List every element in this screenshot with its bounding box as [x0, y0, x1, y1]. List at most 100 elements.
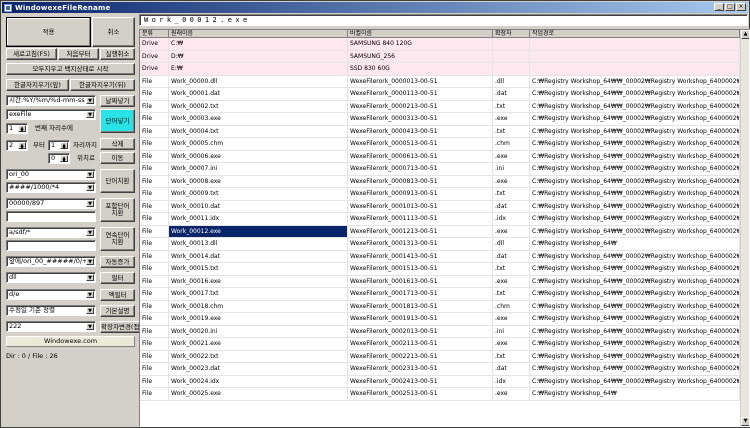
header-type[interactable]: 분류: [140, 30, 169, 38]
table-row[interactable]: File Work_00021.exe WexeFilerork_0002113-0…: [140, 338, 740, 351]
date-add-button[interactable]: 날짜넣기: [100, 95, 135, 107]
pattern4-input[interactable]: [6, 211, 96, 222]
table-row[interactable]: File Work_00013.dll WexeFilerork_0001313-0…: [140, 238, 740, 251]
table-row[interactable]: File Work_00014.dat WexeFilerork_0001413-0…: [140, 250, 740, 263]
pattern5-value: a/sdf/*: [9, 228, 31, 236]
table-row[interactable]: File Work_00000.dll WexeFilerork_0000013-0…: [140, 75, 740, 88]
pattern2-combo[interactable]: ####/1000/*4 ▼: [6, 182, 96, 193]
pattern7-combo[interactable]: 앞에/ori_00_#####/0/+1 ▼: [6, 256, 96, 267]
chevron-down-icon[interactable]: ▼: [86, 274, 94, 281]
new-name-input[interactable]: Work_00012.exe: [139, 14, 748, 26]
cell-type: File: [140, 388, 169, 400]
hangul-back-button[interactable]: 한글자지우기(뒤): [70, 79, 135, 91]
filter-button[interactable]: 필터: [100, 272, 135, 284]
table-row[interactable]: File Work_00003.exe WexeFilerork_0000313-0…: [140, 113, 740, 126]
table-row[interactable]: File Work_00018.chm WexeFilerork_0001813-0…: [140, 300, 740, 313]
table-row[interactable]: Drive D:₩ SAMSUNG_256: [140, 50, 740, 63]
table-row[interactable]: File Work_00005.chm WexeFilerork_0000513-0…: [140, 138, 740, 151]
table-row[interactable]: File Work_00024.idx WexeFilerork_0002413-0…: [140, 375, 740, 388]
table-row[interactable]: File Work_00008.exe WexeFilerork_0000813-0…: [140, 175, 740, 188]
position-spin[interactable]: 0 ▲ ▼: [48, 153, 70, 164]
from-start-button[interactable]: 처음부터: [58, 48, 99, 60]
scroll-up-icon[interactable]: ▲: [741, 30, 749, 39]
to-spin[interactable]: 1 ▲ ▼: [48, 140, 70, 151]
basic-desc-button[interactable]: 기본설명: [100, 305, 135, 317]
minimize-button[interactable]: _: [714, 3, 724, 11]
hangul-front-button[interactable]: 한글자지우기(앞): [6, 79, 69, 91]
table-row[interactable]: File Work_00009.txt WexeFilerork_0000913-0…: [140, 188, 740, 201]
delete-button[interactable]: 삭제: [100, 138, 135, 150]
chevron-down-icon[interactable]: ▼: [86, 200, 94, 207]
undo-exec-button[interactable]: 실행취소: [100, 48, 135, 60]
pattern1-combo[interactable]: ori_00 ▼: [6, 169, 96, 180]
table-row[interactable]: Drive E:₩ SSD 830 60G: [140, 63, 740, 76]
cell-path: C:₩Registry Workshop_64₩₩_00002₩Registry…: [530, 338, 740, 350]
spin-arrows-icon[interactable]: ▲ ▼: [18, 142, 26, 150]
cell-type: File: [140, 313, 169, 325]
table-row[interactable]: File Work_00019.exe WexeFilerork_0001913-0…: [140, 313, 740, 326]
table-row[interactable]: Drive C:₩ SAMSUNG 840 120G: [140, 38, 740, 51]
chevron-down-icon[interactable]: ▼: [86, 171, 94, 178]
refresh-button[interactable]: 새로고침(F5): [6, 48, 57, 60]
table-row[interactable]: File Work_00025.exe WexeFilerork_0002513-0…: [140, 388, 740, 401]
table-row[interactable]: File Work_00007.ini WexeFilerork_0000713-0…: [140, 163, 740, 176]
spin-arrows-icon[interactable]: ▲ ▼: [60, 142, 68, 150]
scroll-down-icon[interactable]: ▼: [741, 417, 749, 426]
chevron-down-icon[interactable]: ▼: [86, 111, 94, 118]
from-spin[interactable]: 2 ▲ ▼: [6, 140, 28, 151]
replace-word-button[interactable]: 단어치환: [100, 169, 135, 193]
name-combo[interactable]: exeFile ▼: [6, 109, 96, 120]
table-row[interactable]: File Work_00002.txt WexeFilerork_0000213-0…: [140, 100, 740, 113]
header-path[interactable]: 작업경로: [530, 30, 740, 38]
count-combo[interactable]: 222 ▼: [6, 321, 96, 332]
header-extension[interactable]: 확장자: [493, 30, 530, 38]
table-row[interactable]: File Work_00006.exe WexeFilerork_0000613-0…: [140, 150, 740, 163]
sort-combo[interactable]: 수정일 기준 정렬 ▼: [6, 305, 96, 316]
move-button[interactable]: 이동: [100, 152, 135, 164]
chevron-down-icon[interactable]: ▼: [86, 184, 94, 191]
pattern3-combo[interactable]: 00000/897 ▼: [6, 198, 96, 209]
date-format-combo[interactable]: 시간:%Y/%m/%d-mm-ss ▼: [6, 95, 96, 106]
pattern5-combo[interactable]: a/sdf/* ▼: [6, 227, 96, 238]
title-bar: WindowexeFileRename _ □ ×: [2, 2, 748, 13]
table-row[interactable]: File Work_00022.txt WexeFilerork_0002213-0…: [140, 350, 740, 363]
table-row[interactable]: File Work_00011.idx WexeFilerork_0001113-0…: [140, 213, 740, 226]
table-row[interactable]: File Work_00016.exe WexeFilerork_0001613-0…: [140, 275, 740, 288]
table-row[interactable]: File Work_00010.dat WexeFilerork_0001013-0…: [140, 200, 740, 213]
ext-value-combo[interactable]: d/e ▼: [6, 289, 96, 300]
chevron-down-icon[interactable]: ▼: [86, 229, 94, 236]
chevron-down-icon[interactable]: ▼: [86, 307, 94, 314]
ext-filter-button[interactable]: 엑필터: [100, 289, 135, 301]
vertical-scrollbar[interactable]: ▲ ▼: [740, 30, 749, 426]
chevron-down-icon[interactable]: ▼: [86, 97, 94, 104]
insert-word-button[interactable]: 단어넣기: [100, 109, 135, 133]
table-row[interactable]: File Work_00017.txt WexeFilerork_0001713-0…: [140, 288, 740, 301]
include-replace-button[interactable]: 포함단어 치환: [100, 198, 135, 222]
header-original-name[interactable]: 원래이름: [169, 30, 348, 38]
reset-all-button[interactable]: 모두지우고 백지상태로 시작: [6, 63, 135, 75]
table-row[interactable]: File Work_00023.dat WexeFilerork_0002313-0…: [140, 363, 740, 376]
apply-button[interactable]: 적용: [6, 17, 91, 47]
table-row[interactable]: File Work_00015.txt WexeFilerork_0001513-0…: [140, 263, 740, 276]
serial-replace-button[interactable]: 연속단어 치환: [100, 227, 135, 251]
spin-arrows-icon[interactable]: ▲ ▼: [60, 155, 68, 163]
maximize-button[interactable]: □: [725, 3, 735, 11]
cell-extension: .exe: [493, 175, 530, 187]
table-row[interactable]: File Work_00004.txt WexeFilerork_0000413-0…: [140, 125, 740, 138]
pattern6-input[interactable]: [6, 240, 96, 251]
chevron-down-icon[interactable]: ▼: [86, 258, 94, 265]
count-spin[interactable]: 1 ▲ ▼: [6, 123, 28, 134]
header-new-name[interactable]: 바뀔이름: [348, 30, 493, 38]
chevron-down-icon[interactable]: ▼: [86, 291, 94, 298]
table-row[interactable]: File Work_00001.dat WexeFilerork_0000113-0…: [140, 88, 740, 101]
ext-filter-combo[interactable]: dll ▼: [6, 272, 96, 283]
table-row[interactable]: File Work_00020.ini WexeFilerork_0002013-0…: [140, 325, 740, 338]
spin-arrows-icon[interactable]: ▲ ▼: [18, 125, 26, 133]
cancel-button[interactable]: 취소: [92, 17, 135, 47]
close-button[interactable]: ×: [736, 3, 746, 11]
chevron-down-icon[interactable]: ▼: [86, 323, 94, 330]
cell-path: C:₩Registry Workshop_64₩: [530, 388, 740, 400]
auto-increment-button[interactable]: 자동증가: [100, 256, 135, 268]
site-link[interactable]: Windowexe.com: [6, 336, 135, 347]
table-row[interactable]: File Work_00012.exe WexeFilerork_0001213-0…: [140, 225, 740, 238]
